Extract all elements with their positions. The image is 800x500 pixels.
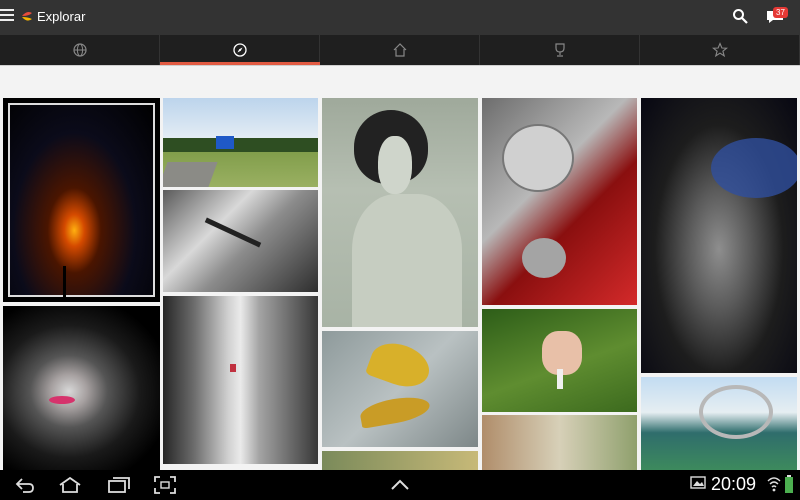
star-icon [712, 42, 728, 58]
photo-painting[interactable] [322, 98, 478, 327]
search-icon[interactable] [732, 8, 748, 24]
globe-icon [73, 43, 87, 57]
system-nav-bar: 20:09 [0, 470, 800, 500]
photo-bridge[interactable] [641, 377, 797, 470]
photo-partial-flowers[interactable] [322, 451, 478, 470]
tab-trophy[interactable] [480, 35, 640, 65]
menu-icon[interactable] [0, 9, 14, 23]
home-icon [393, 43, 407, 57]
tab-global[interactable] [0, 35, 160, 65]
home-icon[interactable] [57, 475, 83, 495]
back-icon[interactable] [14, 475, 36, 495]
photo-partial-branches[interactable] [482, 415, 637, 470]
photo-lizard[interactable] [163, 190, 318, 292]
app-logo-icon[interactable] [20, 9, 34, 23]
gallery-icon [690, 476, 706, 489]
photo-portrait[interactable] [3, 306, 160, 470]
photo-red-lamps[interactable] [482, 98, 637, 305]
notification-count-badge: 37 [773, 7, 788, 18]
trophy-icon [555, 43, 565, 57]
photo-alley[interactable] [163, 296, 318, 464]
chevron-up-icon[interactable] [389, 475, 411, 495]
recent-apps-icon[interactable] [105, 475, 131, 495]
clock: 20:09 [711, 474, 757, 494]
battery-icon [785, 475, 793, 493]
photo-sunset[interactable] [3, 98, 160, 302]
photo-swirl-face[interactable] [641, 98, 797, 373]
photo-road-sign[interactable] [163, 98, 318, 187]
screenshot-icon[interactable] [153, 475, 177, 495]
app-bar: Explorar 37 [0, 0, 800, 35]
tab-divider [0, 65, 800, 66]
wifi-icon [767, 477, 781, 492]
tab-explore[interactable] [160, 35, 320, 65]
tab-favorites[interactable] [640, 35, 800, 65]
app-title: Explorar [37, 9, 86, 24]
tab-bar [0, 35, 800, 65]
photo-leaves[interactable] [322, 331, 478, 447]
tab-home[interactable] [320, 35, 480, 65]
photo-honeysuckle[interactable] [482, 309, 637, 412]
compass-icon [233, 43, 247, 57]
